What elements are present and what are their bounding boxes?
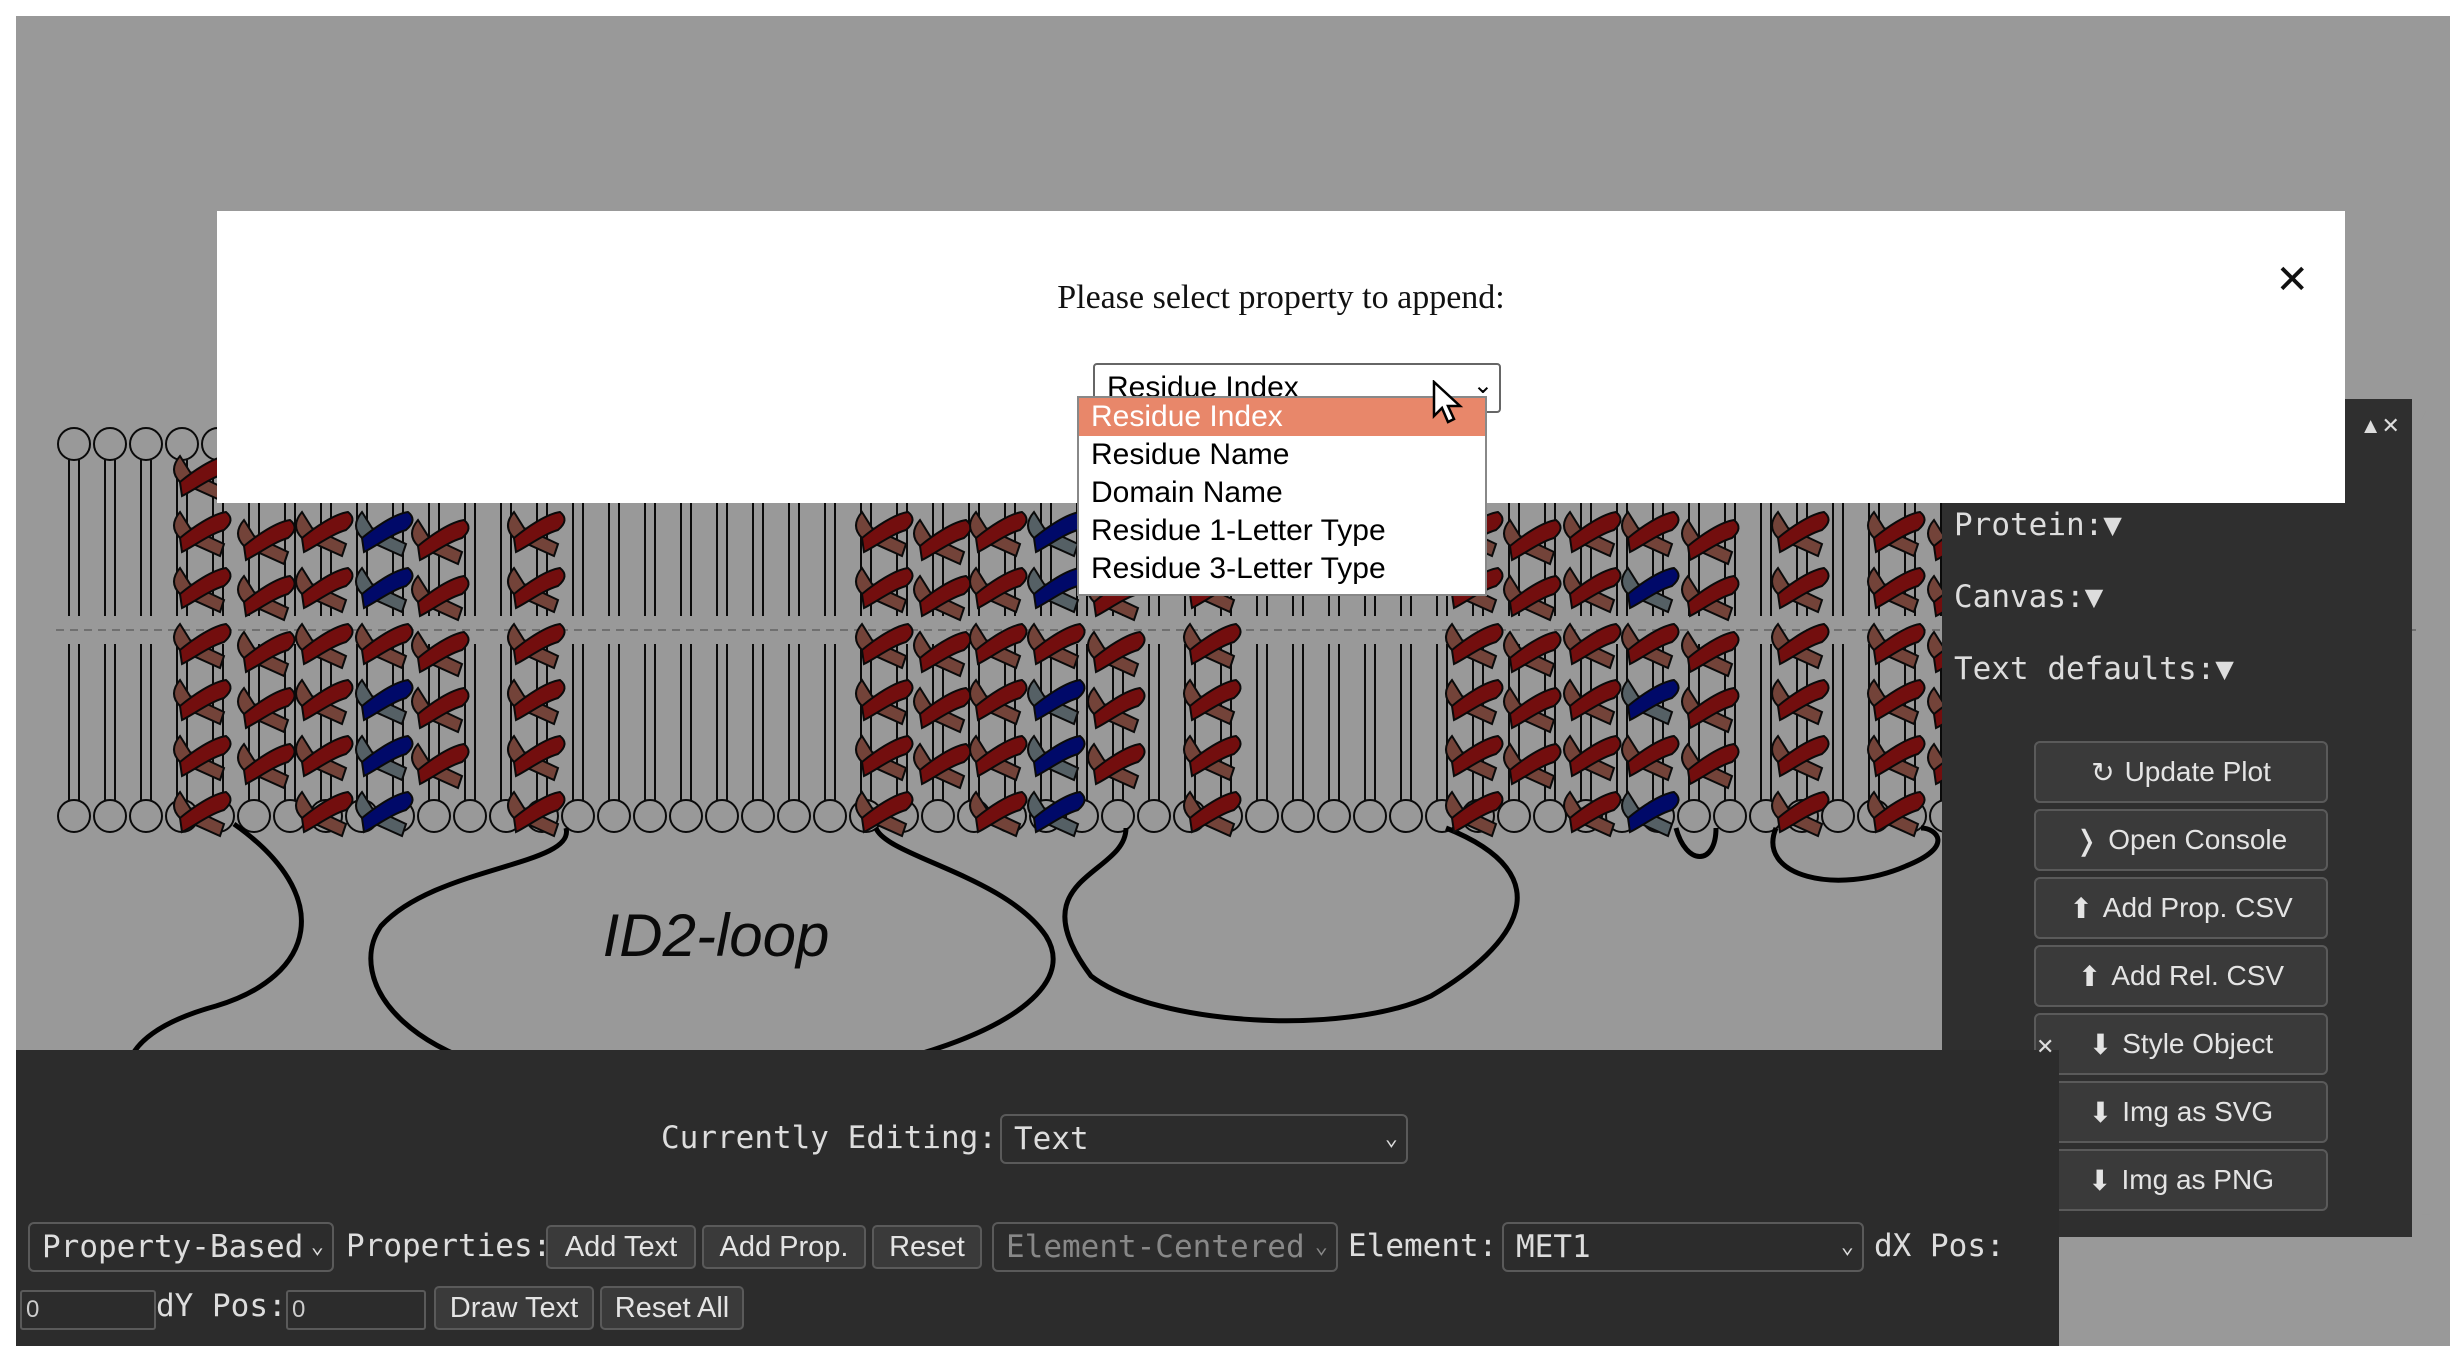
img-as-png-button[interactable]: ⬇ Img as PNG <box>2034 1149 2328 1211</box>
dy-label: dY Pos: <box>156 1288 287 1324</box>
select-value: Element-Centered <box>1006 1229 1305 1265</box>
dropdown-option[interactable]: Residue Name <box>1079 436 1485 474</box>
button-label: Style Object <box>2122 1028 2274 1059</box>
mode-select[interactable]: Property-Based ⌄ <box>28 1222 334 1272</box>
element-label: Element: <box>1348 1228 1498 1264</box>
mouse-cursor-icon <box>1432 380 1464 424</box>
button-label: Update Plot <box>2124 756 2271 787</box>
style-object-button[interactable]: ⬇ Style Object <box>2034 1013 2328 1075</box>
app-stage: ID2-loop ▲✕ ▲ ▼ Protein:▼ Canvas:▼ Text … <box>0 0 2460 1360</box>
select-value: Property-Based <box>42 1229 304 1265</box>
dropdown-option[interactable]: Domain Name <box>1079 474 1485 512</box>
chevron-right-icon: ❭ <box>2074 824 2099 856</box>
update-plot-button[interactable]: ↻ Update Plot <box>2034 741 2328 803</box>
add-prop-csv-button[interactable]: ⬆ Add Prop. CSV <box>2034 877 2328 939</box>
viewport: ID2-loop ▲✕ ▲ ▼ Protein:▼ Canvas:▼ Text … <box>16 16 2450 1346</box>
select-value: MET1 <box>1516 1229 1591 1265</box>
add-text-button[interactable]: Add Text <box>546 1225 696 1269</box>
element-select[interactable]: MET1 ⌄ <box>1502 1222 1864 1272</box>
scroll-down-icon[interactable]: ▼ <box>2418 1211 2434 1229</box>
open-console-button[interactable]: ❭ Open Console <box>2034 809 2328 871</box>
dx-label: dX Pos: <box>1874 1228 2005 1264</box>
dropdown-option[interactable]: Residue 1-Letter Type <box>1079 512 1485 550</box>
chevron-down-icon: ⌄ <box>1840 1234 1854 1259</box>
anchor-select[interactable]: Element-Centered ⌄ <box>992 1222 1338 1272</box>
download-icon: ⬇ <box>2088 1096 2113 1128</box>
dy-input[interactable]: 0 <box>286 1290 426 1330</box>
dropdown-option[interactable]: Residue Index <box>1079 398 1485 436</box>
add-prop-button[interactable]: Add Prop. <box>702 1225 866 1269</box>
text-editor-panel: Currently Editing: Text ⌄ Property-Based ⌄… <box>16 1050 2059 1346</box>
img-as-svg-button[interactable]: ⬇ Img as SVG <box>2034 1081 2328 1143</box>
add-rel-csv-button[interactable]: ⬆ Add Rel. CSV <box>2034 945 2328 1007</box>
select-value: Text <box>1014 1121 1089 1157</box>
side-panel-controls-icon[interactable]: ▲✕ <box>2360 413 2400 439</box>
button-label: Img as SVG <box>2122 1096 2274 1127</box>
upload-icon: ⬆ <box>2077 960 2102 992</box>
reset-button[interactable]: Reset <box>872 1225 982 1269</box>
refresh-icon: ↻ <box>2091 756 2115 788</box>
dropdown-option[interactable]: Residue 3-Letter Type <box>1079 550 1485 588</box>
chevron-down-icon: ⌄ <box>1314 1234 1328 1259</box>
canvas-section-toggle[interactable]: Canvas:▼ <box>1954 579 2103 615</box>
button-label: Img as PNG <box>2121 1164 2274 1195</box>
draw-text-button[interactable]: Draw Text <box>434 1286 594 1330</box>
scroll-up-icon[interactable]: ▲ <box>2418 407 2434 425</box>
reset-all-button[interactable]: Reset All <box>600 1286 744 1330</box>
property-dropdown-list: Residue Index Residue Name Domain Name R… <box>1077 396 1487 596</box>
protein-section-toggle[interactable]: Protein:▼ <box>1954 507 2122 543</box>
chevron-down-icon: ⌄ <box>1384 1126 1398 1151</box>
button-label: Add Prop. CSV <box>2102 892 2293 923</box>
close-icon[interactable]: ✕ <box>2275 257 2309 303</box>
modal-title: Please select property to append: <box>1057 279 1505 316</box>
currently-editing-label: Currently Editing: <box>661 1120 997 1156</box>
close-icon[interactable]: ✕ <box>2036 1034 2054 1060</box>
upload-icon: ⬆ <box>2069 892 2093 924</box>
button-label: Add Rel. CSV <box>2111 960 2285 991</box>
download-icon: ⬇ <box>2088 1164 2112 1196</box>
properties-label: Properties: <box>346 1228 552 1264</box>
dx-input[interactable]: 0 <box>20 1290 156 1330</box>
text-defaults-section-toggle[interactable]: Text defaults:▼ <box>1954 651 2234 687</box>
download-icon: ⬇ <box>2088 1028 2113 1060</box>
currently-editing-select[interactable]: Text ⌄ <box>1000 1114 1408 1164</box>
chevron-down-icon: ⌄ <box>310 1234 324 1259</box>
button-label: Open Console <box>2108 824 2288 855</box>
